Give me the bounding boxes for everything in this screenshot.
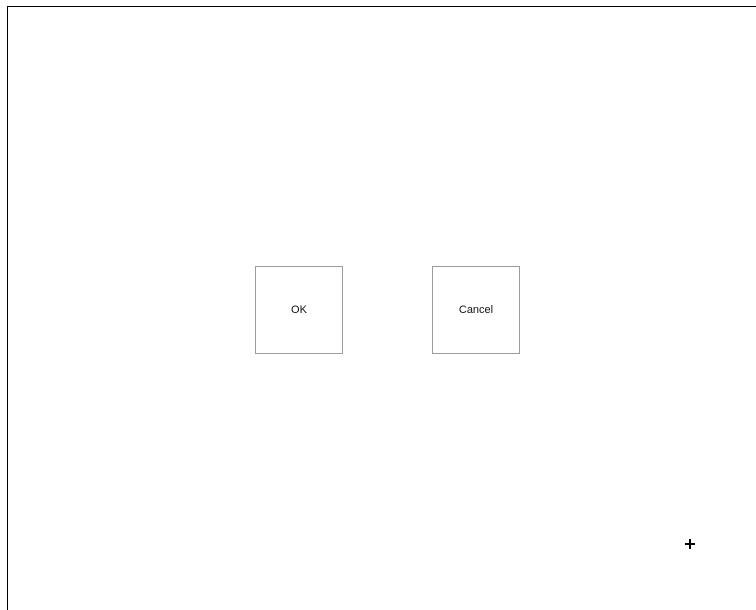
ok-button-label: OK	[291, 304, 307, 316]
window-frame	[7, 6, 756, 610]
screen: OK Cancel	[0, 0, 756, 610]
crosshair-cursor-icon	[685, 539, 695, 549]
cancel-button-label: Cancel	[458, 304, 494, 316]
cancel-button[interactable]: Cancel	[432, 266, 520, 354]
ok-button[interactable]: OK	[255, 266, 343, 354]
